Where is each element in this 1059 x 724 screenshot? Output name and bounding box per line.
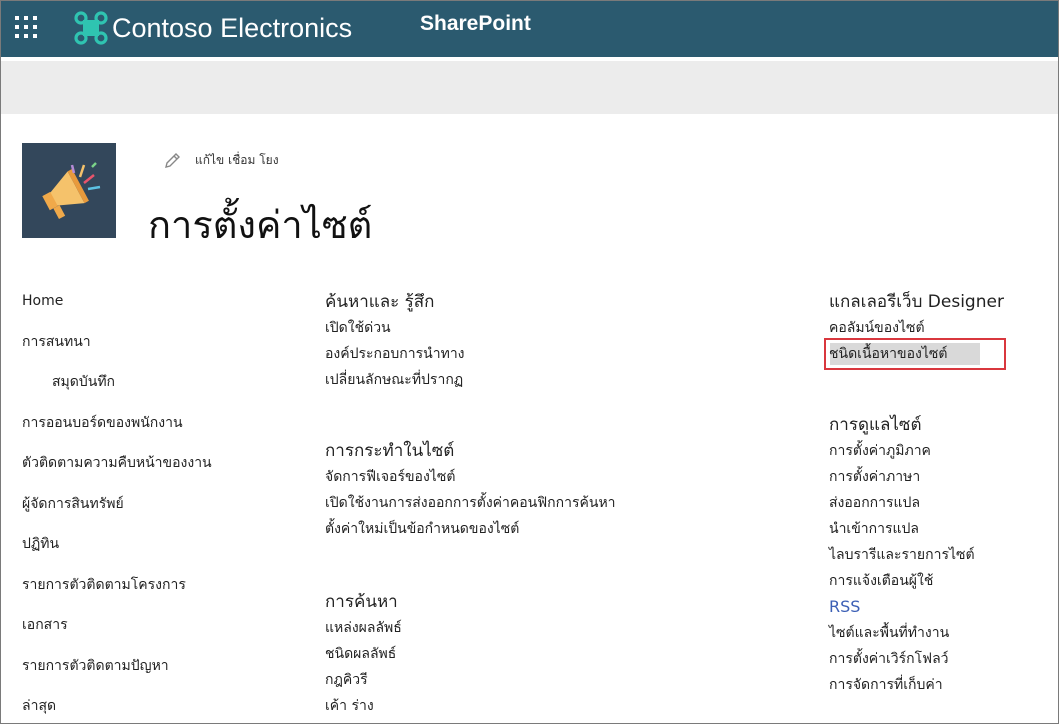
link-change-the-look[interactable]: เปลี่ยนลักษณะที่ปรากฏ	[325, 369, 465, 395]
highlighted-link-wrapper: ชนิดเนื้อหาของไซต์	[824, 338, 1006, 370]
link-sites-and-workspaces[interactable]: ไซต์และพื้นที่ทำงาน	[829, 622, 975, 648]
link-result-types[interactable]: ชนิดผลลัพธ์	[325, 643, 402, 669]
link-import-translations[interactable]: นำเข้าการแปล	[829, 518, 975, 544]
link-manage-site-features[interactable]: จัดการฟีเจอร์ของไซต์	[325, 466, 616, 492]
link-navigation-elements[interactable]: องค์ประกอบการนำทาง	[325, 343, 465, 369]
link-schema[interactable]: เค้า ร่าง	[325, 695, 402, 721]
quick-launch-item[interactable]: เอกสาร	[22, 614, 282, 655]
link-quick-launch[interactable]: เปิดใช้ด่วน	[325, 317, 465, 343]
section-title: การกระทำในไซต์	[325, 441, 455, 461]
link-user-alerts[interactable]: การแจ้งเตือนผู้ใช้	[829, 570, 975, 596]
link-result-sources[interactable]: แหล่งผลลัพธ์	[325, 617, 402, 643]
brand-name: Contoso Electronics	[112, 12, 353, 43]
link-site-columns[interactable]: คอลัมน์ของไซต์	[829, 317, 1004, 343]
link-reset-to-site-definition[interactable]: ตั้งค่าใหม่เป็นข้อกำหนดของไซต์	[325, 518, 616, 544]
sharepoint-window: Contoso Electronics SharePoint แก้ไข เชื…	[0, 0, 1059, 724]
edit-links-button[interactable]: แก้ไข เชื่อม โยง	[163, 151, 279, 170]
quick-launch-item[interactable]: ตัวติดตามความคืบหน้าของงาน	[22, 452, 282, 493]
link-language-settings[interactable]: การตั้งค่าภาษา	[829, 466, 975, 492]
suite-bar: Contoso Electronics SharePoint	[1, 1, 1058, 57]
link-workflow-settings[interactable]: การตั้งค่าเวิร์กโฟลว์	[829, 648, 975, 674]
link-query-rules[interactable]: กฎคิวรี	[325, 669, 402, 695]
quick-launch-item[interactable]: รายการตัวติดตามโครงการ	[22, 574, 282, 615]
section-site-administration: การดูแลไซต์ การตั้งค่าภูมิภาค การตั้งค่า…	[829, 413, 975, 700]
quick-launch-item[interactable]: ผู้จัดการสินทรัพย์	[22, 493, 282, 534]
pencil-icon	[165, 152, 180, 168]
link-rss[interactable]: RSS	[829, 596, 975, 622]
link-export-translations[interactable]: ส่งออกการแปล	[829, 492, 975, 518]
quick-launch-item[interactable]: รายการตัวติดตามปัญหา	[22, 655, 282, 696]
section-site-actions: การกระทำในไซต์ จัดการฟีเจอร์ของไซต์ เปิด…	[325, 439, 616, 544]
link-site-libraries-and-lists[interactable]: ไลบรารีและรายการไซต์	[829, 544, 975, 570]
link-regional-settings[interactable]: การตั้งค่าภูมิภาค	[829, 440, 975, 466]
quick-launch-item[interactable]: การสนทนา	[22, 331, 282, 372]
quick-launch-item[interactable]: ล่าสุด	[22, 695, 282, 723]
quick-launch-item[interactable]: สมุดบันทึก	[22, 371, 282, 412]
brand-link[interactable]: Contoso Electronics	[74, 9, 352, 47]
section-title: การค้นหา	[325, 592, 398, 612]
link-term-store-management[interactable]: การจัดการที่เก็บค่า	[829, 674, 975, 700]
site-logo[interactable]	[22, 143, 116, 238]
quick-launch-item[interactable]: Home	[22, 290, 282, 331]
section-title: แกลเลอรีเว็บ Designer	[829, 292, 1004, 312]
command-bar	[1, 61, 1058, 114]
section-web-designer-galleries: แกลเลอรีเว็บ Designer คอลัมน์ของไซต์ ชนิ…	[824, 290, 1006, 370]
page-title: การตั้งค่าไซต์	[148, 203, 373, 247]
app-name[interactable]: SharePoint	[420, 12, 531, 36]
quick-launch-item[interactable]: การออนบอร์ดของพนักงาน	[22, 412, 282, 453]
quick-launch: Home การสนทนา สมุดบันทึก การออนบอร์ดของพนัก…	[22, 290, 282, 723]
megaphone-icon	[42, 162, 101, 219]
section-title: การดูแลไซต์	[829, 415, 922, 435]
section-look-and-feel: ค้นหาและ รู้สึก เปิดใช้ด่วน องค์ประกอบกา…	[325, 290, 465, 395]
link-site-content-types[interactable]: ชนิดเนื้อหาของไซต์	[829, 343, 1004, 369]
contoso-logo-icon	[74, 11, 108, 45]
link-enable-search-config-export[interactable]: เปิดใช้งานการส่งออกการตั้งค่าคอนฟิกการค้…	[325, 492, 616, 518]
edit-links-label: แก้ไข เชื่อม โยง	[195, 153, 279, 167]
section-search: การค้นหา แหล่งผลลัพธ์ ชนิดผลลัพธ์ กฎคิวร…	[325, 590, 402, 721]
section-title: ค้นหาและ รู้สึก	[325, 292, 435, 312]
quick-launch-item[interactable]: ปฏิทิน	[22, 533, 282, 574]
app-launcher-icon[interactable]	[13, 14, 39, 40]
